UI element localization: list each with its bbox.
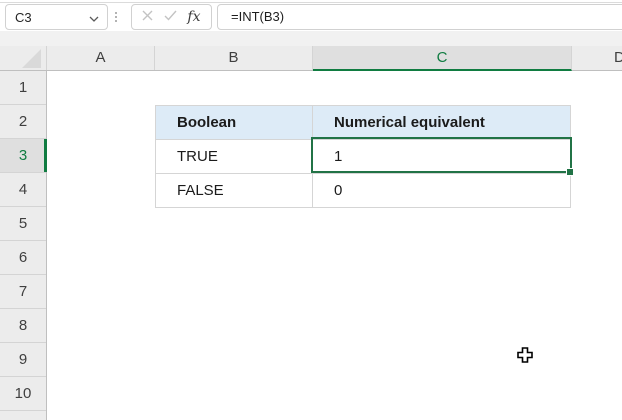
formula-buttons: fx [131, 4, 212, 30]
row-header-9[interactable]: 9 [0, 343, 46, 377]
row-header-6[interactable]: 6 [0, 241, 46, 275]
row-header-1[interactable]: 1 [0, 71, 46, 105]
insert-function-icon[interactable]: fx [187, 9, 200, 25]
column-header-b[interactable]: B [155, 46, 313, 70]
fill-handle[interactable] [566, 168, 574, 176]
cancel-icon[interactable] [142, 8, 153, 26]
row-selection-bar [44, 139, 47, 172]
select-all-button[interactable] [0, 46, 47, 70]
column-header-row: A B C D [0, 46, 622, 71]
column-header-c-selected[interactable]: C [313, 46, 572, 71]
confirm-icon[interactable] [164, 8, 177, 26]
cell-b4[interactable]: FALSE [156, 174, 313, 208]
row-header-11-partial[interactable] [0, 411, 46, 419]
toolbar-gap [0, 31, 622, 46]
column-header-a[interactable]: A [47, 46, 155, 70]
excel-window: C3 fx =INT(B3) A B C D 1 2 3 4 5 6 7 8 9… [0, 0, 622, 420]
row-header-8[interactable]: 8 [0, 309, 46, 343]
cell-b3[interactable]: TRUE [156, 140, 313, 174]
chevron-down-icon[interactable] [89, 10, 99, 25]
select-all-triangle-icon [22, 49, 41, 68]
cell-c4[interactable]: 0 [313, 174, 571, 208]
formula-text: =INT(B3) [231, 9, 285, 24]
row-header-4[interactable]: 4 [0, 173, 46, 207]
vertical-dots-grip-icon[interactable] [112, 8, 120, 26]
row-header-5[interactable]: 5 [0, 207, 46, 241]
row-header-column: 1 2 3 4 5 6 7 8 9 10 [0, 71, 47, 420]
top-divider [0, 2, 622, 3]
row-header-3-selected[interactable]: 3 [0, 139, 47, 173]
row-header-7[interactable]: 7 [0, 275, 46, 309]
active-cell-selection-border[interactable] [311, 137, 572, 173]
cell-c2-header[interactable]: Numerical equivalent [313, 106, 571, 140]
name-box-value: C3 [15, 9, 32, 25]
formula-input[interactable]: =INT(B3) [217, 4, 622, 30]
cell-b2-header[interactable]: Boolean [156, 106, 313, 140]
row-header-10[interactable]: 10 [0, 377, 46, 411]
formula-bar: C3 fx =INT(B3) [0, 0, 622, 31]
cell-cursor-plus-icon [517, 347, 533, 363]
column-header-d[interactable]: D [572, 46, 622, 70]
name-box[interactable]: C3 [5, 4, 108, 30]
row-header-2[interactable]: 2 [0, 105, 46, 139]
